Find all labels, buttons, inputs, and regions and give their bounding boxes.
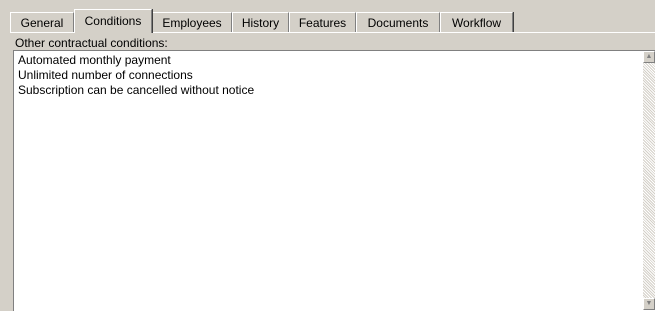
conditions-label: Other contractual conditions: bbox=[15, 36, 168, 50]
tab-employees[interactable]: Employees bbox=[152, 12, 232, 32]
conditions-text[interactable]: Automated monthly payment Unlimited numb… bbox=[18, 53, 638, 98]
tab-workflow[interactable]: Workflow bbox=[440, 12, 513, 32]
tab-history[interactable]: History bbox=[232, 12, 289, 32]
vertical-scrollbar[interactable]: ▲ ▼ bbox=[643, 51, 655, 310]
tab-general[interactable]: General bbox=[10, 12, 74, 32]
condition-line: Unlimited number of connections bbox=[18, 68, 193, 82]
condition-line: Automated monthly payment bbox=[18, 53, 171, 67]
arrow-up-icon: ▲ bbox=[645, 53, 653, 60]
tab-features[interactable]: Features bbox=[289, 12, 356, 32]
arrow-down-icon: ▼ bbox=[645, 300, 653, 307]
tab-documents[interactable]: Documents bbox=[356, 12, 440, 32]
scroll-up-button[interactable]: ▲ bbox=[643, 51, 655, 63]
tab-strip: General Conditions Employees History Fea… bbox=[10, 9, 650, 33]
scroll-down-button[interactable]: ▼ bbox=[643, 298, 655, 310]
conditions-memo[interactable]: Automated monthly payment Unlimited numb… bbox=[13, 50, 655, 311]
tab-conditions[interactable]: Conditions bbox=[74, 9, 152, 33]
condition-line: Subscription can be cancelled without no… bbox=[18, 83, 255, 97]
